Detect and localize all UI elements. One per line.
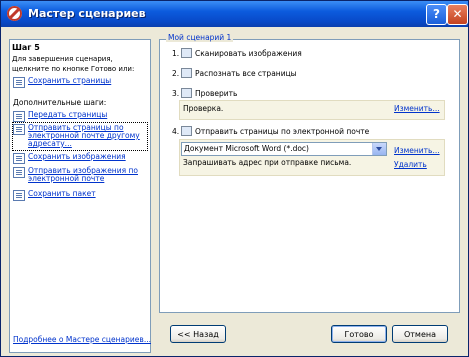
steps-sidebar: Шаг 5 Для завершения сценария, щелкните …: [9, 39, 151, 353]
recognize-icon: [181, 68, 192, 78]
extra-steps-label: Дополнительные шаги:: [13, 98, 107, 107]
sidebar-item-label[interactable]: Сохранить пакет: [28, 190, 96, 198]
sidebar-item-email-images[interactable]: Отправить изображения по электронной поч…: [13, 167, 138, 183]
email-images-icon: [13, 167, 25, 178]
verify-settings-value: Проверка.: [183, 104, 224, 113]
window-title: Мастер сценариев: [28, 7, 146, 20]
sidebar-item-label-line2[interactable]: электронной почте: [28, 175, 138, 183]
cancel-button[interactable]: Отмена: [392, 325, 448, 343]
help-button[interactable]: ?: [426, 4, 447, 25]
step-number: 2.: [172, 68, 180, 78]
more-about-wizard-link[interactable]: Подробнее о Мастере сценариев...: [13, 335, 151, 344]
scenario-step-recognize: 2. Распознать все страницы: [172, 68, 297, 78]
sidebar-item-label[interactable]: Передать страницы: [28, 111, 107, 119]
verify-change-link[interactable]: Изменить...: [394, 104, 440, 113]
sidebar-item-label-line3[interactable]: адресату...: [28, 140, 140, 148]
chevron-down-icon[interactable]: [372, 143, 386, 155]
step-label: Распознать все страницы: [195, 68, 297, 78]
sidebar-item-email-pages-other[interactable]: Отправить страницы по электронной почте …: [13, 124, 140, 148]
scenario-step-verify: 3. Проверить: [172, 88, 237, 98]
email-icon: [181, 126, 192, 136]
sidebar-item-save-images[interactable]: Сохранить изображения: [13, 153, 126, 164]
save-images-icon: [13, 153, 25, 164]
close-button[interactable]: ✕: [447, 4, 468, 25]
step-label: Проверить: [195, 88, 238, 98]
format-select[interactable]: Документ Microsoft Word (*.doc): [181, 142, 387, 156]
verify-icon: [181, 88, 192, 98]
app-icon: [7, 6, 22, 21]
step-label: Сканировать изображения: [195, 48, 302, 58]
step-number: 4.: [172, 126, 180, 136]
save-pages-link[interactable]: Сохранить страницы: [28, 77, 111, 85]
step-number: 1.: [172, 48, 180, 58]
sidebar-item-label[interactable]: Сохранить изображения: [28, 153, 126, 161]
done-button[interactable]: Готово: [331, 325, 387, 343]
scenario-step-email: 4. Отправить страницы по электронной поч…: [172, 126, 369, 136]
email-pages-icon: [13, 124, 25, 135]
title-bar[interactable]: Мастер сценариев ? ✕: [1, 1, 468, 27]
format-select-value: Документ Microsoft Word (*.doc): [184, 144, 309, 153]
scanner-icon: [181, 48, 192, 58]
scenario-panel: [159, 39, 460, 313]
step-description: Для завершения сценария, щелкните по кно…: [12, 55, 135, 73]
back-button[interactable]: << Назад: [170, 325, 226, 343]
save-pages-icon: [13, 77, 25, 88]
step-label: Отправить страницы по электронной почте: [195, 126, 370, 136]
email-change-link[interactable]: Изменить...: [394, 146, 440, 155]
transfer-pages-icon: [13, 111, 25, 122]
scenario-title: Мой сценарий 1: [166, 33, 234, 42]
ask-address-text: Запрашивать адрес при отправке письма.: [183, 158, 352, 167]
save-pages-row[interactable]: Сохранить страницы: [13, 77, 111, 88]
sidebar-item-save-batch[interactable]: Сохранить пакет: [13, 190, 96, 201]
step-number: 3.: [172, 88, 180, 98]
sidebar-item-transfer-pages[interactable]: Передать страницы: [13, 111, 107, 122]
save-batch-icon: [13, 190, 25, 201]
step-title: Шаг 5: [12, 43, 40, 52]
delete-link[interactable]: Удалить: [394, 160, 427, 169]
scenario-step-scan: 1. Сканировать изображения: [172, 48, 302, 58]
